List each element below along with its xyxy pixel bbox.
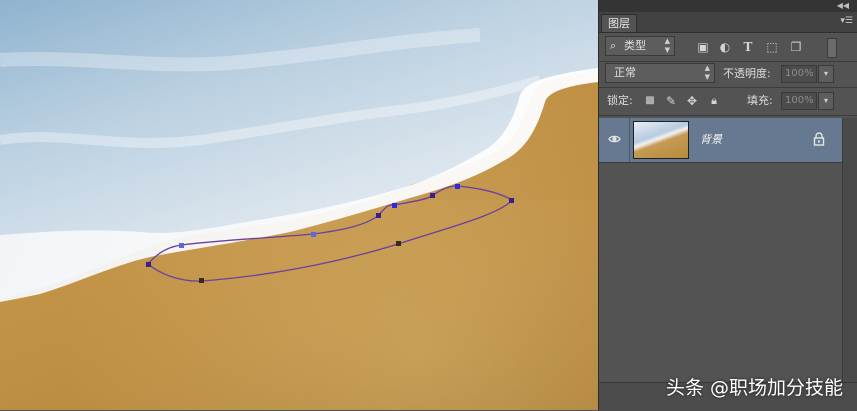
layer-thumbnail <box>633 121 689 159</box>
lock-label: 锁定: <box>607 94 633 107</box>
smart-object-filter-icon[interactable]: ❐ <box>788 40 804 54</box>
type-filter-icon[interactable]: T <box>740 40 756 54</box>
layers-panel: ◀◀ 图层 ▾☰ ⌕ 类型 ▲ ▼ ▣ ◐ T ⬚ ❐ 正常 ▲ ▼ 不透明度: 1… <box>598 0 857 411</box>
image-filter-icon[interactable]: ▣ <box>695 40 711 54</box>
search-icon: ⌕ <box>610 39 617 52</box>
panel-menu-icon[interactable]: ▾☰ <box>840 16 853 26</box>
updown-arrows-icon: ▲ ▼ <box>664 37 670 54</box>
lock-position-icon[interactable]: ✥ <box>684 94 700 108</box>
fill-input[interactable]: 100% <box>781 92 817 110</box>
eye-icon <box>608 135 621 143</box>
panel-tab-bar: 图层 ▾☰ <box>599 12 857 33</box>
layer-row-background[interactable]: 背景 <box>599 118 842 163</box>
lock-transparent-pixels-icon[interactable]: ▩ <box>642 94 658 108</box>
fill-dropdown-icon[interactable]: ▾ <box>818 92 834 110</box>
fill-label: 填充: <box>747 94 773 107</box>
layer-lock-icon[interactable] <box>813 132 825 146</box>
opacity-label: 不透明度: <box>723 67 771 80</box>
document-canvas[interactable] <box>0 0 598 410</box>
opacity-input[interactable]: 100% <box>781 65 817 83</box>
filter-toggle-switch[interactable] <box>827 38 837 58</box>
collapse-panel-icon[interactable]: ◀◀ <box>837 0 849 12</box>
filter-row: ⌕ 类型 ▲ ▼ ▣ ◐ T ⬚ ❐ <box>599 33 857 62</box>
blend-mode-value: 正常 <box>614 66 636 79</box>
watermark-text: 头条 @职场加分技能 <box>665 377 843 399</box>
layer-visibility-toggle[interactable] <box>599 118 630 162</box>
lock-row: 锁定: ▩ ✎ ✥ 🔒︎ 填充: 100% ▾ <box>599 87 857 116</box>
filter-kind-label: 类型 <box>624 39 646 52</box>
opacity-dropdown-icon[interactable]: ▾ <box>818 65 834 83</box>
tab-layers[interactable]: 图层 <box>601 14 637 32</box>
adjustment-filter-icon[interactable]: ◐ <box>717 40 733 54</box>
shape-filter-icon[interactable]: ⬚ <box>764 40 780 54</box>
beach-photo <box>0 0 598 410</box>
lock-image-pixels-icon[interactable]: ✎ <box>663 94 679 108</box>
blend-row: 正常 ▲ ▼ 不透明度: 100% ▾ <box>599 61 857 88</box>
lock-all-icon[interactable]: 🔒︎ <box>706 94 722 108</box>
updown-arrows-icon: ▲ ▼ <box>704 64 710 81</box>
layer-name: 背景 <box>700 133 722 146</box>
panel-top-strip: ◀◀ <box>599 0 857 12</box>
layers-scrollbar[interactable] <box>842 118 857 382</box>
blend-mode-select[interactable]: 正常 ▲ ▼ <box>605 63 715 83</box>
filter-kind-select[interactable]: ⌕ 类型 ▲ ▼ <box>605 36 675 56</box>
